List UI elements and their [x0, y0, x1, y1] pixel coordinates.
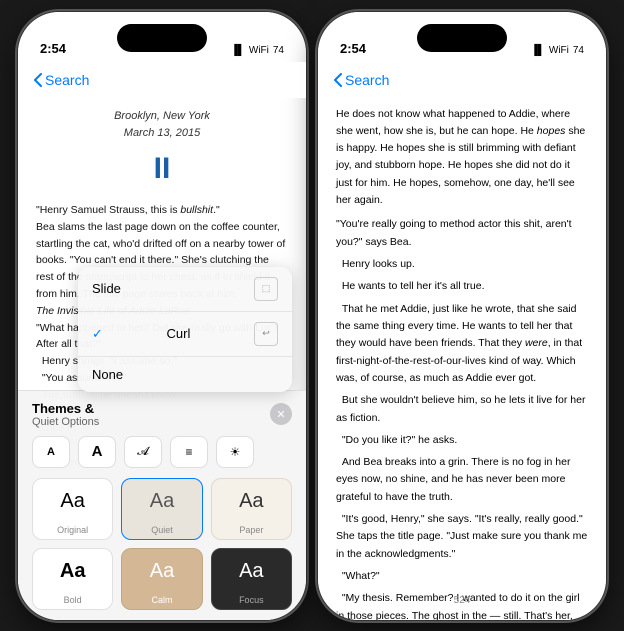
theme-bold-label: Bold	[64, 595, 82, 605]
font-large-label: A	[92, 443, 103, 460]
book-location: Brooklyn, New York	[36, 108, 288, 125]
font-increase-button[interactable]: A	[78, 436, 116, 468]
left-status-icons: ▐▌ WiFi 74	[231, 45, 284, 56]
theme-bold-card[interactable]: Aa Bold	[32, 548, 113, 610]
dynamic-island-left	[117, 24, 207, 52]
brightness-icon: ☀	[230, 445, 241, 459]
slide-icon: ⬚	[254, 277, 278, 301]
theme-quiet-card[interactable]: Aa Quiet	[121, 478, 202, 540]
left-back-button[interactable]: Search	[34, 72, 89, 88]
brightness-button[interactable]: ☀	[216, 436, 254, 468]
right-wifi-icon: WiFi	[549, 45, 569, 56]
right-book-content: He does not know what happened to Addie,…	[318, 98, 606, 590]
theme-focus-aa: Aa	[239, 560, 263, 583]
right-phone: 2:54 ▐▌ WiFi 74 Search He does not kn	[317, 11, 607, 621]
right-status-time: 2:54	[340, 41, 366, 56]
right-para-9: "It's good, Henry," she says. "It's real…	[336, 511, 588, 563]
font-decrease-button[interactable]: A	[32, 436, 70, 468]
themes-title: Themes &	[32, 401, 99, 416]
left-back-label: Search	[45, 72, 89, 88]
curl-icon: ↩	[254, 322, 278, 346]
right-status-icons: ▐▌ WiFi 74	[531, 45, 584, 56]
theme-paper-label: Paper	[239, 525, 263, 535]
book-chapter: II	[36, 146, 288, 193]
left-status-time: 2:54	[40, 41, 66, 56]
signal-icon: ▐▌	[231, 45, 245, 56]
slide-curl-menu: Slide ⬚ ✓ Curl ↩ None	[78, 267, 292, 392]
themes-subtitle: Quiet Options	[32, 416, 99, 428]
book-header: Brooklyn, New York March 13, 2015 II	[36, 108, 288, 193]
right-back-label: Search	[345, 72, 389, 88]
theme-original-aa: Aa	[60, 490, 84, 513]
theme-original-card[interactable]: Aa Original	[32, 478, 113, 540]
left-nav-bar: Search	[18, 62, 306, 98]
themes-header: Themes & Quiet Options ✕	[32, 401, 292, 428]
phones-container: 2:54 ▐▌ WiFi 74 Search Bro	[7, 1, 617, 631]
none-label: None	[92, 367, 123, 382]
theme-focus-label: Focus	[239, 595, 264, 605]
right-para-2: "You're really going to method actor thi…	[336, 216, 588, 251]
theme-focus-card[interactable]: Aa Focus	[211, 548, 292, 610]
none-option[interactable]: None	[78, 357, 292, 392]
slide-option[interactable]: Slide ⬚	[78, 267, 292, 312]
curl-check: ✓	[92, 326, 103, 342]
theme-bold-aa: Aa	[60, 560, 86, 583]
right-para-8: And Bea breaks into a grin. There is no …	[336, 454, 588, 506]
font-small-label: A	[47, 446, 55, 458]
themes-panel: Themes & Quiet Options ✕ A A 𝓐	[18, 390, 306, 620]
theme-quiet-label: Quiet	[151, 525, 173, 535]
right-para-5: That he met Addie, just like he wrote, t…	[336, 301, 588, 388]
themes-grid: Aa Original Aa Quiet Aa Paper Aa Bold	[32, 478, 292, 610]
right-para-6: But she wouldn't believe him, so he lets…	[336, 392, 588, 427]
battery-icon: 74	[273, 45, 284, 56]
left-screen: 2:54 ▐▌ WiFi 74 Search Bro	[18, 12, 306, 620]
font-style-icon: 𝓐	[137, 444, 149, 459]
right-para-1: He does not know what happened to Addie,…	[336, 106, 588, 210]
font-size-row: A A 𝓐 ≡ ☀	[32, 436, 292, 468]
theme-calm-card[interactable]: Aa Calm	[121, 548, 202, 610]
right-para-3: Henry looks up.	[336, 256, 588, 273]
theme-calm-aa: Aa	[150, 560, 174, 583]
curl-option[interactable]: ✓ Curl ↩	[78, 312, 292, 357]
theme-original-label: Original	[57, 525, 88, 535]
right-para-10: "What?"	[336, 568, 588, 585]
left-phone: 2:54 ▐▌ WiFi 74 Search Bro	[17, 11, 307, 621]
theme-calm-label: Calm	[151, 595, 172, 605]
font-style-button[interactable]: 𝓐	[124, 436, 162, 468]
right-para-7: "Do you like it?" he asks.	[336, 432, 588, 449]
page-number: 524	[454, 595, 471, 606]
right-signal-icon: ▐▌	[531, 45, 545, 56]
theme-paper-aa: Aa	[239, 490, 263, 513]
slide-label: Slide	[92, 281, 121, 296]
book-date: March 13, 2015	[36, 125, 288, 142]
right-screen: 2:54 ▐▌ WiFi 74 Search He does not kn	[318, 12, 606, 620]
wifi-icon: WiFi	[249, 45, 269, 56]
close-button[interactable]: ✕	[270, 403, 292, 425]
right-battery-icon: 74	[573, 45, 584, 56]
theme-paper-card[interactable]: Aa Paper	[211, 478, 292, 540]
font-format-button[interactable]: ≡	[170, 436, 208, 468]
curl-label: Curl	[167, 326, 191, 341]
themes-title-area: Themes & Quiet Options	[32, 401, 99, 428]
right-para-4: He wants to tell her it's all true.	[336, 278, 588, 295]
dynamic-island-right	[417, 24, 507, 52]
font-format-icon: ≡	[185, 445, 192, 459]
theme-quiet-aa: Aa	[150, 490, 174, 513]
right-back-button[interactable]: Search	[334, 72, 389, 88]
right-nav-bar: Search	[318, 62, 606, 98]
